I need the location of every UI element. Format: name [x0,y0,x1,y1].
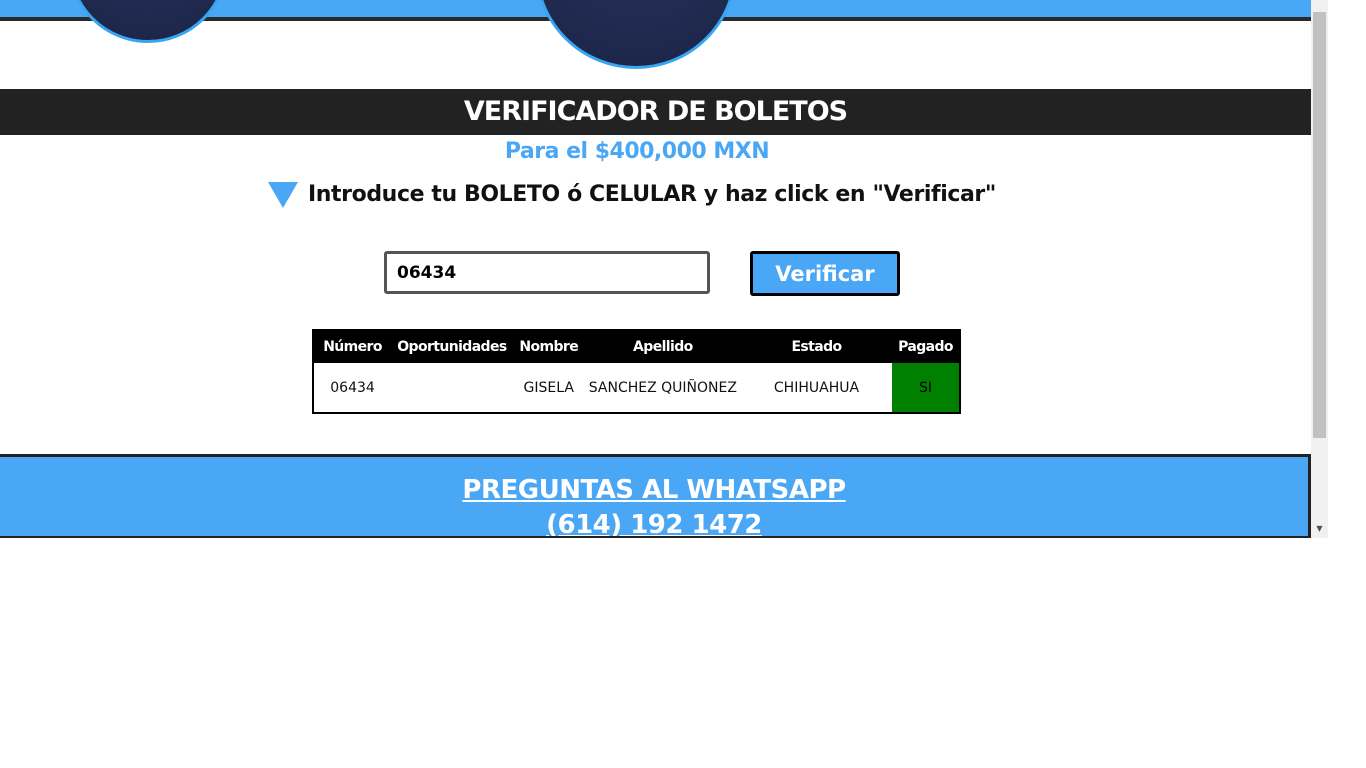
cell-nombre: GISELA [523,379,574,396]
instruction-text: Introduce tu BOLETO ó CELULAR y haz clic… [308,181,996,207]
column-header-estado: Estado [791,339,842,355]
table-row: 06434 GISELA SANCHEZ QUIÑONEZ CHIHUAHUA … [313,363,960,413]
column-header-numero: Número [323,339,382,355]
brand-logo-left [68,0,228,43]
cell-apellido: SANCHEZ QUIÑONEZ [588,379,737,396]
cell-estado: CHIHUAHUA [773,379,860,396]
scroll-down-arrow-icon[interactable]: ▼ [1311,520,1328,537]
results-table: Número Oportunidades Nombre Apellido Est… [312,329,961,414]
prize-subtitle: Para el $400,000 MXN [504,139,770,164]
scrollbar-thumb[interactable] [1313,12,1326,438]
whatsapp-footer: PREGUNTAS AL WHATSAPP (614) 192 1472 [0,454,1311,538]
cell-pagado-status: SI [892,363,960,413]
table-header-row: Número Oportunidades Nombre Apellido Est… [313,330,960,363]
brand-logo-center [535,0,737,69]
column-header-pagado: Pagado [898,339,953,355]
cell-oportunidades [391,363,513,413]
ticket-search-input[interactable] [384,251,710,294]
whatsapp-link[interactable]: PREGUNTAS AL WHATSAPP [0,473,1308,508]
column-header-apellido: Apellido [633,339,693,355]
instruction-line: Introduce tu BOLETO ó CELULAR y haz clic… [268,176,996,212]
page-viewport: VERIFICADOR DE BOLETOS Para el $400,000 … [0,0,1311,538]
page-title: VERIFICADOR DE BOLETOS [0,89,1311,135]
triangle-down-icon [268,182,298,208]
cell-numero: 06434 [330,379,375,396]
footer-bottom-border [0,536,1311,538]
verify-button[interactable]: Verificar [750,251,900,296]
phone-link[interactable]: (614) 192 1472 [0,508,1308,538]
column-header-nombre: Nombre [519,339,579,355]
column-header-oportunidades: Oportunidades [397,339,507,355]
